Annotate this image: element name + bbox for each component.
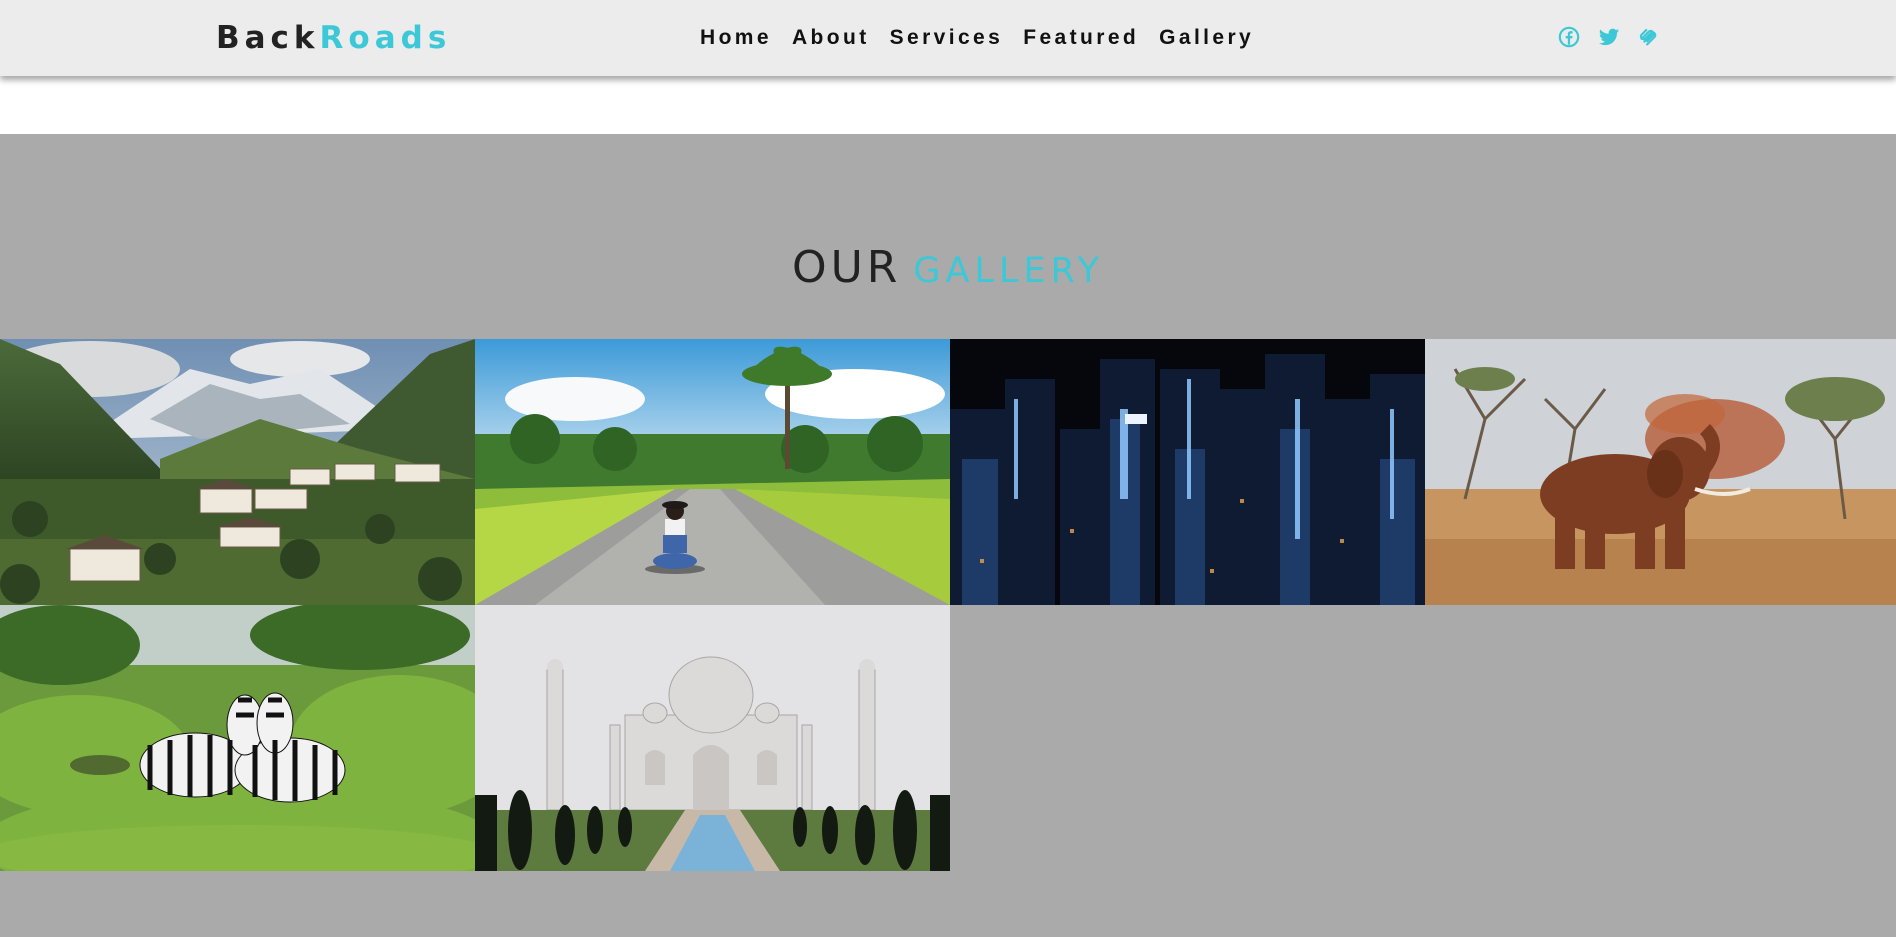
- city-night-photo[interactable]: [950, 339, 1425, 605]
- elephant-savanna-photo[interactable]: [1425, 339, 1896, 605]
- taj-mahal-photo[interactable]: [475, 605, 950, 871]
- social-links: [1558, 26, 1660, 48]
- mountain-village-photo[interactable]: [0, 339, 475, 605]
- gallery-heading: OUR GALLERY: [0, 242, 1896, 293]
- brand-part-1: Back: [216, 20, 320, 56]
- twitter-icon[interactable]: [1598, 26, 1620, 48]
- gallery-section: OUR GALLERY: [0, 134, 1896, 937]
- zebras-photo[interactable]: [0, 605, 475, 871]
- brand-part-2: Roads: [319, 20, 452, 56]
- nav-gallery[interactable]: Gallery: [1159, 24, 1254, 52]
- gallery-title-accent: GALLERY: [913, 251, 1105, 291]
- brand-logo[interactable]: BackRoads: [216, 18, 451, 58]
- nav-home[interactable]: Home: [700, 24, 772, 52]
- nav-about[interactable]: About: [792, 24, 870, 52]
- nav-links: Home About Services Featured Gallery: [700, 24, 1274, 52]
- navbar: BackRoads Home About Services Featured G…: [0, 0, 1896, 76]
- gallery-title-main: OUR: [791, 242, 902, 293]
- nav-featured[interactable]: Featured: [1023, 24, 1139, 52]
- facebook-icon[interactable]: [1558, 26, 1580, 48]
- nav-services[interactable]: Services: [890, 24, 1004, 52]
- squarespace-icon[interactable]: [1638, 26, 1660, 48]
- tropical-road-photo[interactable]: [475, 339, 950, 605]
